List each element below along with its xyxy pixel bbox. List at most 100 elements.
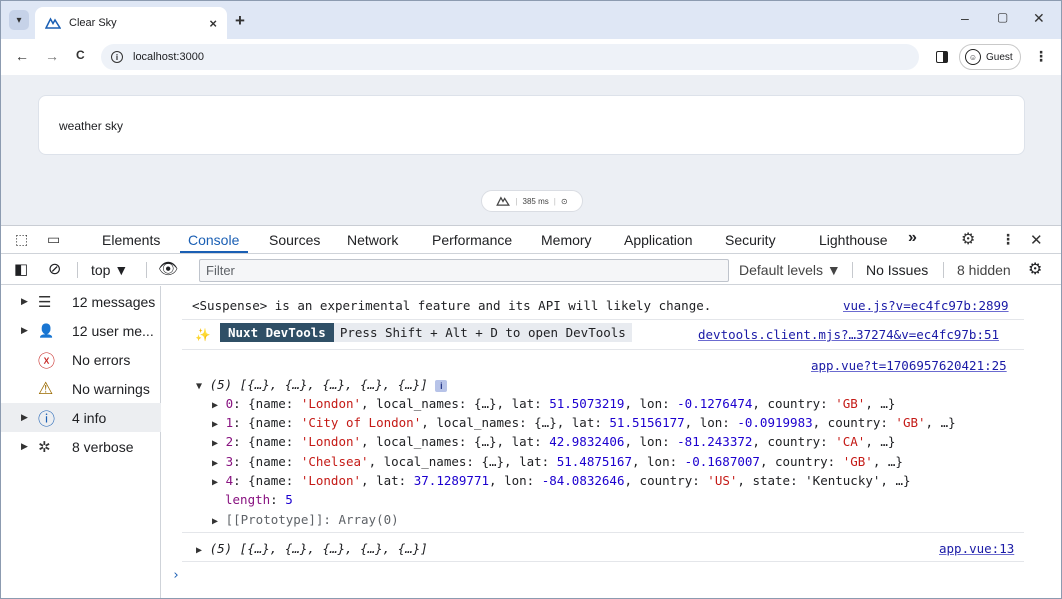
url-text: localhost:3000 bbox=[133, 51, 204, 63]
console-sidebar: ▶ ☰ 12 messages ▶ 👤 12 user me... ⓧ No e… bbox=[1, 286, 161, 598]
more-tabs-icon[interactable]: » bbox=[908, 229, 917, 247]
toolbar-separator bbox=[77, 262, 78, 278]
tab-title: Clear Sky bbox=[69, 17, 117, 29]
inspect-element-icon[interactable]: ⬚ bbox=[15, 231, 28, 248]
sidebar-item-errors[interactable]: ⓧ No errors bbox=[1, 345, 161, 374]
object-info-icon[interactable]: i bbox=[435, 380, 448, 392]
row-separator bbox=[182, 349, 1024, 350]
sidebar-item-warnings[interactable]: ⚠ No warnings bbox=[1, 374, 161, 403]
expand-arrow-icon: ▶ bbox=[21, 441, 28, 451]
browser-menu-icon[interactable]: ⋮ bbox=[1034, 48, 1048, 65]
context-selector[interactable]: top ▼ bbox=[91, 262, 128, 278]
list-icon: ☰ bbox=[38, 293, 52, 311]
toolbar-separator bbox=[852, 262, 853, 278]
source-link[interactable]: vue.js?v=ec4fc97b:2899 bbox=[843, 298, 1009, 313]
array-item[interactable]: ▶ 1: {name: 'City of London', local_name… bbox=[212, 415, 956, 430]
nuxt-logo-icon bbox=[45, 17, 61, 29]
array-item[interactable]: ▶ 0: {name: 'London', local_names: {…}, … bbox=[212, 396, 895, 411]
new-tab-button[interactable]: + bbox=[235, 11, 245, 31]
sidebar-item-verbose[interactable]: ▶ ✲ 8 verbose bbox=[1, 432, 161, 461]
nuxt-devtools-pill[interactable]: | 385 ms | ⊙ bbox=[481, 190, 583, 212]
nuxt-sparkle-icon: ✨ bbox=[195, 327, 211, 342]
collapse-arrow-icon: ▼ bbox=[196, 381, 203, 392]
log-levels-dropdown[interactable]: Default levels ▼ bbox=[739, 262, 841, 278]
log-message: <Suspense> is an experimental feature an… bbox=[192, 298, 712, 313]
sidebar-item-messages[interactable]: ▶ ☰ 12 messages bbox=[1, 287, 161, 316]
tab-memory[interactable]: Memory bbox=[541, 232, 592, 248]
card-text: weather sky bbox=[59, 119, 124, 133]
page-viewport: weather sky | 385 ms | ⊙ bbox=[1, 75, 1061, 225]
source-link[interactable]: devtools.client.mjs?…37274&v=ec4fc97b:51 bbox=[698, 327, 999, 342]
info-icon: ⓘ bbox=[38, 410, 55, 429]
sidebar-item-label: 12 messages bbox=[72, 293, 156, 310]
warning-icon: ⚠ bbox=[38, 378, 54, 398]
weather-card: weather sky bbox=[38, 95, 1025, 155]
expand-arrow-icon: ▶ bbox=[21, 412, 28, 422]
profile-label: Guest bbox=[986, 51, 1013, 63]
toolbar-separator bbox=[146, 262, 147, 278]
maximize-icon[interactable]: ▢ bbox=[997, 10, 1008, 24]
console-prompt-icon[interactable]: › bbox=[172, 568, 180, 583]
reload-icon[interactable]: C bbox=[76, 48, 85, 62]
console-settings-icon[interactable]: ⚙ bbox=[1028, 259, 1042, 279]
browser-window: ▾ Clear Sky × + – ▢ ✕ ← → C i localhost:… bbox=[0, 0, 1062, 599]
tab-performance[interactable]: Performance bbox=[432, 232, 512, 248]
forward-icon[interactable]: → bbox=[45, 48, 59, 64]
array-item[interactable]: ▶ 4: {name: 'London', lat: 37.1289771, l… bbox=[212, 473, 911, 488]
issues-button[interactable]: No Issues bbox=[866, 262, 928, 278]
tab-elements[interactable]: Elements bbox=[102, 232, 160, 248]
active-tab-indicator bbox=[180, 251, 248, 253]
device-toggle-icon[interactable]: ▭ bbox=[47, 231, 60, 248]
devtools-menu-icon[interactable]: ⋮ bbox=[1001, 231, 1015, 248]
tab-close-icon[interactable]: × bbox=[209, 16, 217, 31]
expand-arrow-icon: ▶ bbox=[21, 325, 28, 335]
inspect-target-icon[interactable]: ⊙ bbox=[561, 197, 568, 206]
sidebar-item-label: No warnings bbox=[72, 380, 150, 397]
tab-lighthouse[interactable]: Lighthouse bbox=[819, 232, 888, 248]
site-info-icon[interactable]: i bbox=[111, 51, 123, 63]
close-devtools-icon[interactable]: ✕ bbox=[1030, 231, 1043, 249]
sidebar-toggle-icon[interactable]: ◧ bbox=[14, 260, 28, 278]
devtools-tab-bar: ⬚ ▭ Elements Console Sources Network Per… bbox=[1, 226, 1061, 254]
browser-toolbar: ← → C i localhost:3000 ☺ Guest ⋮ bbox=[1, 39, 1061, 75]
guest-avatar-icon: ☺ bbox=[965, 49, 981, 65]
console-toolbar: ◧ ⊘ top ▼ 👁 Filter Default levels ▼ No I… bbox=[1, 255, 1061, 285]
error-icon: ⓧ bbox=[38, 352, 55, 371]
tab-search-button[interactable]: ▾ bbox=[9, 10, 29, 30]
filter-input[interactable]: Filter bbox=[199, 259, 729, 282]
expand-arrow-icon: ▶ bbox=[196, 545, 203, 556]
sidebar-item-user-messages[interactable]: ▶ 👤 12 user me... bbox=[1, 316, 161, 345]
row-separator bbox=[182, 532, 1024, 533]
sidebar-item-label: 12 user me... bbox=[72, 322, 154, 339]
source-link[interactable]: app.vue?t=1706957620421:25 bbox=[811, 358, 1007, 373]
browser-tab[interactable]: Clear Sky × bbox=[35, 7, 227, 39]
tab-application[interactable]: Application bbox=[624, 232, 693, 248]
back-icon[interactable]: ← bbox=[15, 48, 29, 64]
devtools-panel: ⬚ ▭ Elements Console Sources Network Per… bbox=[1, 225, 1061, 598]
tab-console[interactable]: Console bbox=[188, 232, 239, 248]
tab-security[interactable]: Security bbox=[725, 232, 776, 248]
array-item[interactable]: ▶ 2: {name: 'London', local_names: {…}, … bbox=[212, 434, 895, 449]
sidebar-item-label: No errors bbox=[72, 351, 131, 368]
sidebar-item-label: 8 verbose bbox=[72, 438, 134, 455]
source-link[interactable]: app.vue:13 bbox=[939, 541, 1014, 556]
array-expanded-header[interactable]: ▼ (5) [{…}, {…}, {…}, {…}, {…}] i bbox=[196, 377, 448, 392]
minimize-icon[interactable]: – bbox=[961, 10, 969, 26]
side-panel-icon[interactable] bbox=[936, 51, 948, 63]
tab-network[interactable]: Network bbox=[347, 232, 398, 248]
clear-console-icon[interactable]: ⊘ bbox=[48, 259, 61, 279]
nuxt-devtools-badge: Nuxt DevTools bbox=[220, 323, 334, 342]
sidebar-item-info[interactable]: ▶ ⓘ 4 info bbox=[1, 403, 161, 432]
gear-icon[interactable]: ⚙ bbox=[961, 229, 975, 249]
tab-sources[interactable]: Sources bbox=[269, 232, 320, 248]
array-item[interactable]: ▶ 3: {name: 'Chelsea', local_names: {…},… bbox=[212, 454, 903, 469]
address-bar[interactable]: i localhost:3000 bbox=[101, 44, 919, 70]
profile-button[interactable]: ☺ Guest bbox=[959, 44, 1021, 70]
toolbar-separator bbox=[943, 262, 944, 278]
row-separator bbox=[182, 319, 1024, 320]
array-collapsed-header[interactable]: ▶ (5) [{…}, {…}, {…}, {…}, {…}] bbox=[196, 541, 428, 556]
user-icon: 👤 bbox=[38, 322, 55, 338]
array-prototype[interactable]: ▶ [[Prototype]]: Array(0) bbox=[212, 512, 399, 527]
eye-icon[interactable]: 👁 bbox=[158, 259, 178, 279]
close-window-icon[interactable]: ✕ bbox=[1033, 10, 1045, 27]
